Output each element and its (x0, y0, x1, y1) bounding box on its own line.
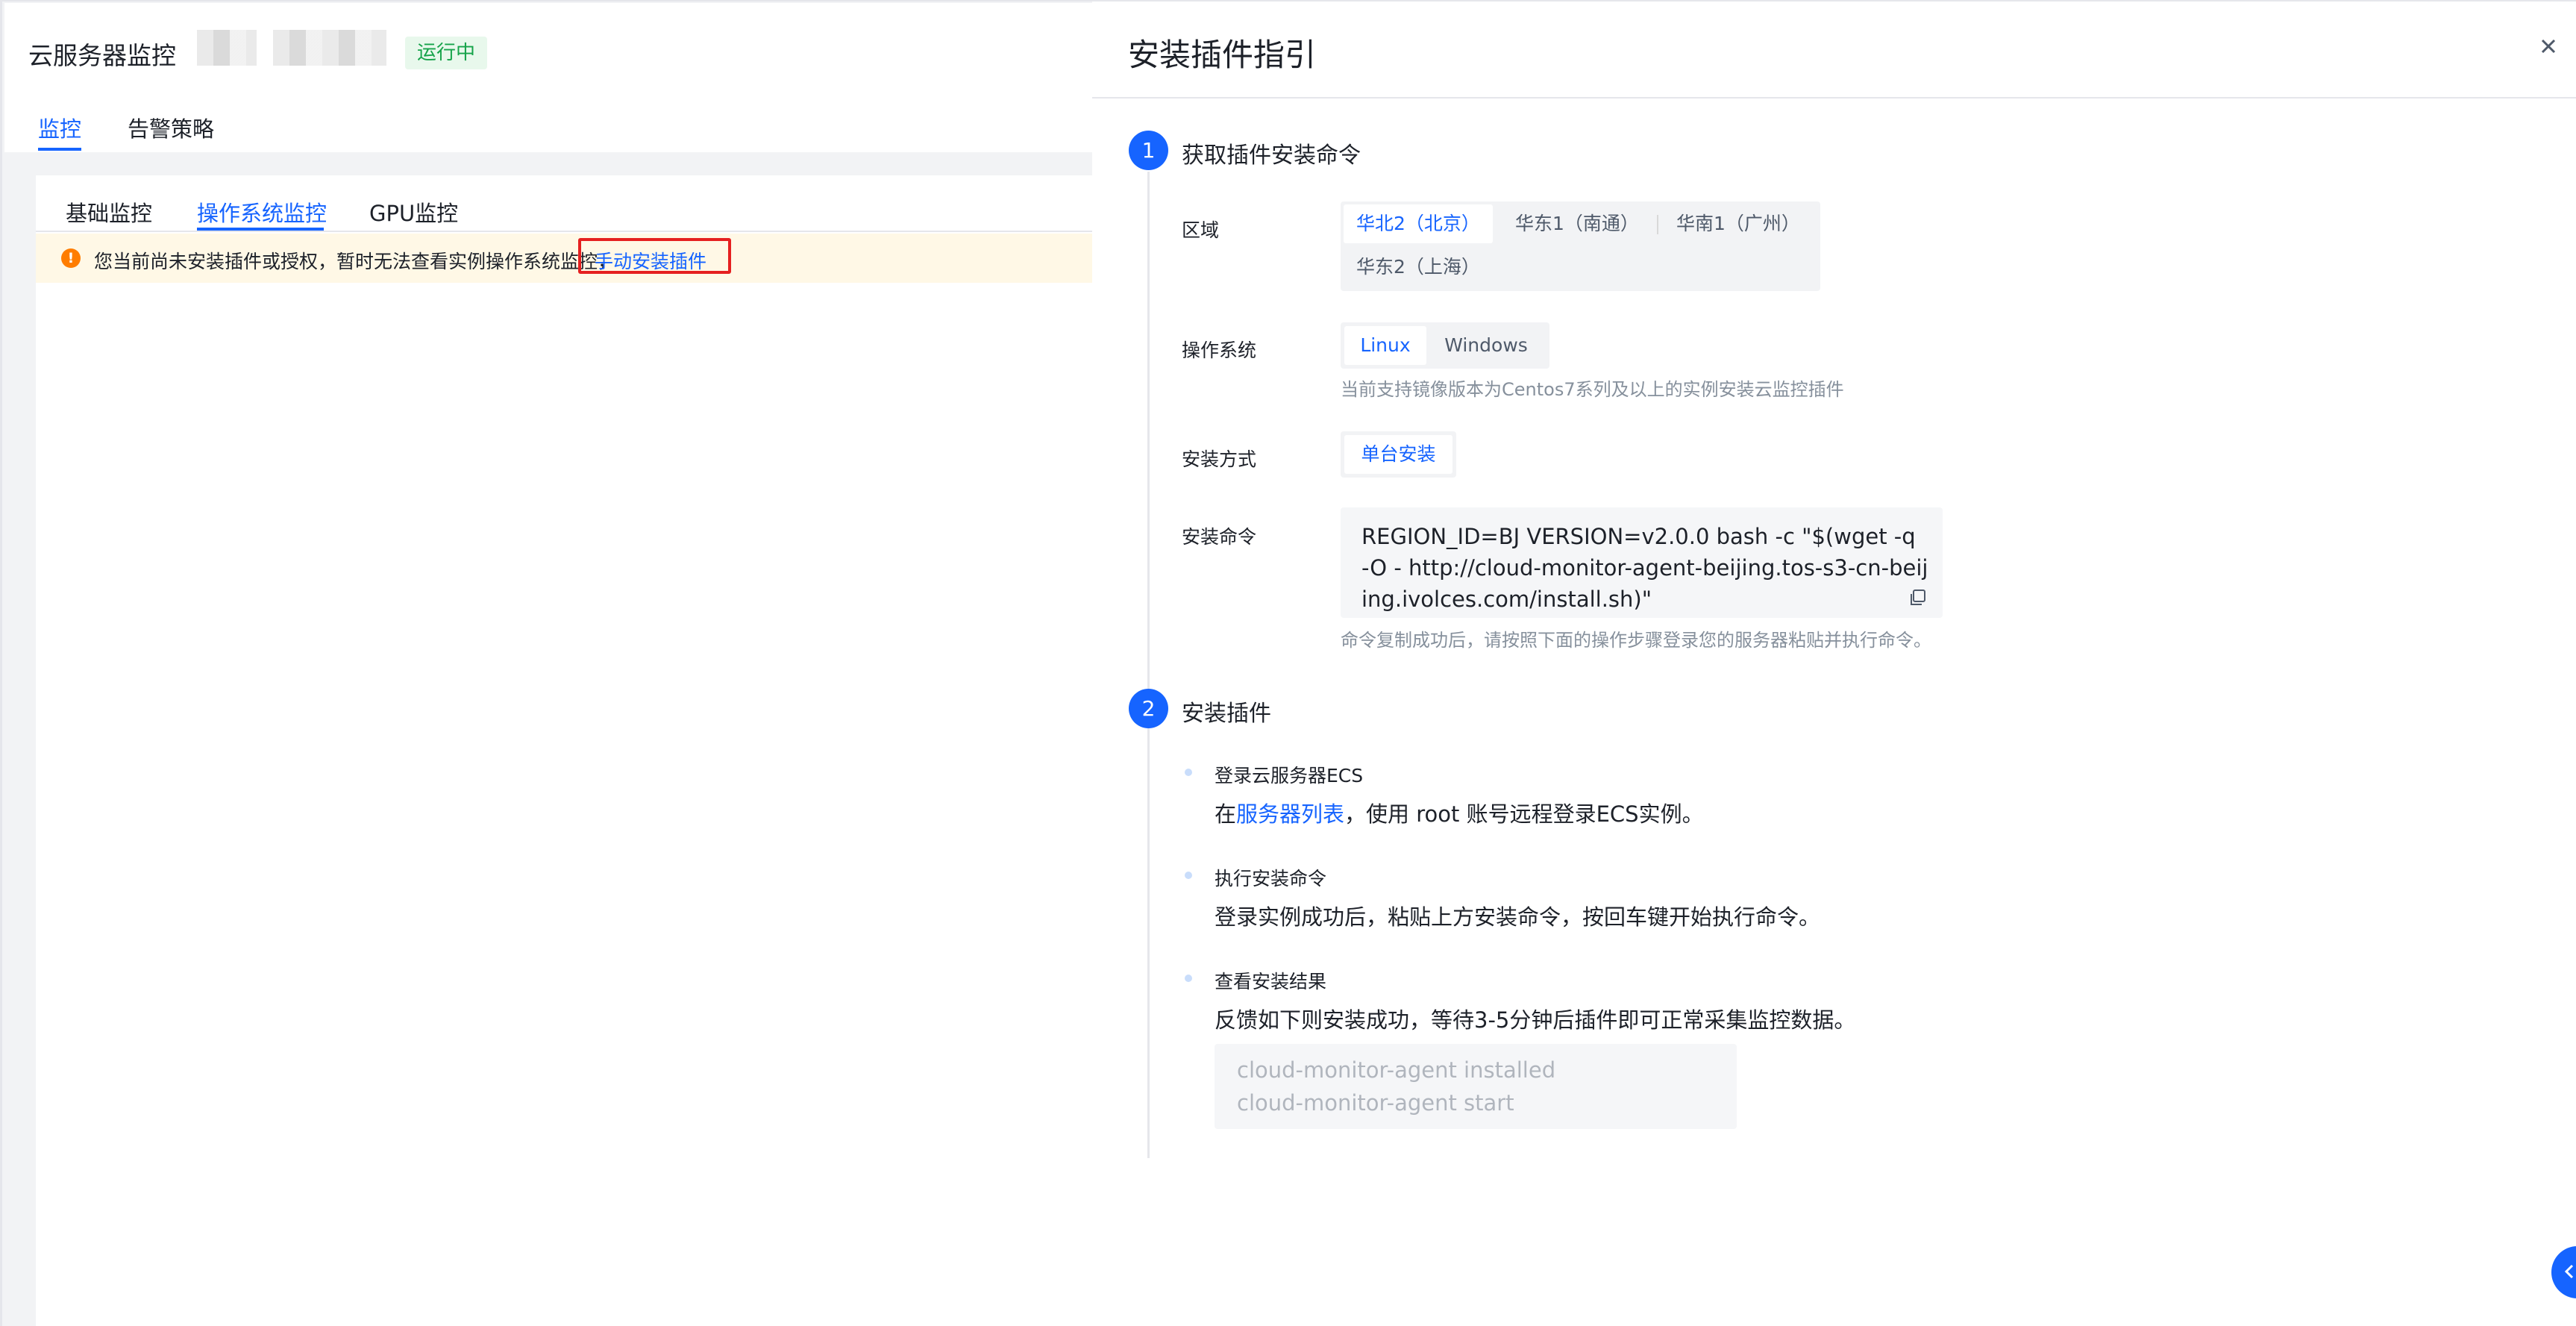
highlight-box: 手动安装插件 (578, 238, 731, 274)
instance-id-redacted (273, 30, 386, 66)
page-header: 云服务器监控 运行中 监控 告警策略 (4, 3, 1094, 152)
step-result-desc: 反馈如下则安装成功，等待3-5分钟后插件即可正常采集监控数据。 (1215, 1007, 1856, 1033)
subtab-os-monitor[interactable]: 操作系统监控 (197, 196, 327, 228)
tab-monitor[interactable]: 监控 (38, 112, 81, 143)
instance-name-redacted (197, 30, 257, 66)
os-label: 操作系统 (1182, 340, 1257, 361)
monitor-card: 基础监控 操作系统监控 GPU监控 ! 您当前尚未安装插件或授权，暂时无法查看实… (36, 175, 1094, 1326)
divider (36, 231, 1094, 232)
chevron-left-icon (2564, 1264, 2574, 1279)
step-execute-desc: 登录实例成功后，粘贴上方安装命令，按回车键开始执行命令。 (1215, 904, 1821, 930)
command-hint: 命令复制成功后，请按照下面的操作步骤登录您的服务器粘贴并执行命令。 (1341, 630, 1931, 651)
os-option-linux[interactable]: Linux (1344, 326, 1426, 365)
os-selector: Linux Windows (1341, 322, 1549, 369)
status-badge: 运行中 (405, 37, 488, 69)
step-result-title: 查看安装结果 (1215, 971, 1327, 992)
tab-alert-policy[interactable]: 告警策略 (128, 112, 214, 143)
install-method-label: 安装方式 (1182, 448, 1257, 470)
step-2-title: 安装插件 (1182, 701, 1271, 727)
step-1-title: 获取插件安装命令 (1182, 143, 1361, 169)
main-page: 云服务器监控 运行中 监控 告警策略 基础监控 操作系统监控 GPU监控 ! 您… (0, 0, 1094, 1326)
install-command-text[interactable]: REGION_ID=BJ VERSION=v2.0.0 bash -c "$(w… (1361, 521, 1928, 615)
bullet-dot (1185, 975, 1192, 982)
step-login-title: 登录云服务器ECS (1215, 765, 1364, 786)
step-2-indicator: 2 (1129, 689, 1168, 728)
step-execute-title: 执行安装命令 (1215, 868, 1327, 889)
subtab-basic-monitor[interactable]: 基础监控 (66, 196, 152, 228)
os-hint: 当前支持镜像版本为Centos7系列及以上的实例安装云监控插件 (1341, 379, 1844, 400)
page-title: 云服务器监控 (28, 41, 176, 70)
region-label: 区域 (1182, 219, 1220, 241)
bullet-dot (1185, 769, 1192, 776)
region-option-east2-shanghai[interactable]: 华东2（上海） (1344, 248, 1493, 287)
install-method-selector: 单台安装 (1341, 431, 1456, 478)
region-option-north2-beijing[interactable]: 华北2（北京） (1344, 204, 1493, 243)
os-option-windows[interactable]: Windows (1430, 326, 1542, 365)
result-line: cloud-monitor-agent installed (1237, 1057, 1556, 1083)
install-method-single[interactable]: 单台安装 (1344, 435, 1452, 474)
step-login-desc-suffix: ，使用 root 账号远程登录ECS实例。 (1344, 801, 1704, 827)
warning-alert: ! 您当前尚未安装插件或授权，暂时无法查看实例操作系统监控， 手动安装插件 (36, 234, 1094, 283)
steps-connector (1147, 172, 1150, 1158)
divider (1657, 215, 1658, 234)
step-login-desc-prefix: 在 (1215, 801, 1237, 827)
manual-install-plugin-link[interactable]: 手动安装插件 (595, 247, 706, 274)
drawer-title: 安装插件指引 (1128, 37, 1317, 73)
step-1-indicator: 1 (1129, 131, 1168, 170)
region-option-south1-guangzhou[interactable]: 华南1（广州） (1660, 204, 1817, 243)
install-result-box: cloud-monitor-agent installed cloud-moni… (1215, 1044, 1737, 1129)
install-command-label: 安装命令 (1182, 526, 1257, 548)
result-line: cloud-monitor-agent start (1237, 1090, 1514, 1116)
close-icon[interactable] (2536, 34, 2560, 58)
subtab-gpu-monitor[interactable]: GPU监控 (369, 196, 458, 228)
server-list-link[interactable]: 服务器列表 (1236, 801, 1344, 827)
bullet-dot (1185, 872, 1192, 879)
copy-icon[interactable] (1908, 588, 1927, 607)
region-selector: 华北2（北京） 华东1（南通） 华南1（广州） 华东2（上海） (1341, 201, 1820, 291)
drawer-header-divider (1092, 97, 2576, 98)
warning-text: 您当前尚未安装插件或授权，暂时无法查看实例操作系统监控， (94, 251, 617, 272)
step-login-desc: 在服务器列表，使用 root 账号远程登录ECS实例。 (1215, 797, 1704, 828)
tab-active-indicator (38, 148, 81, 151)
install-command-box: REGION_ID=BJ VERSION=v2.0.0 bash -c "$(w… (1341, 507, 1943, 618)
region-option-east1-nantong[interactable]: 华东1（南通） (1499, 204, 1655, 243)
warning-icon: ! (61, 248, 81, 268)
